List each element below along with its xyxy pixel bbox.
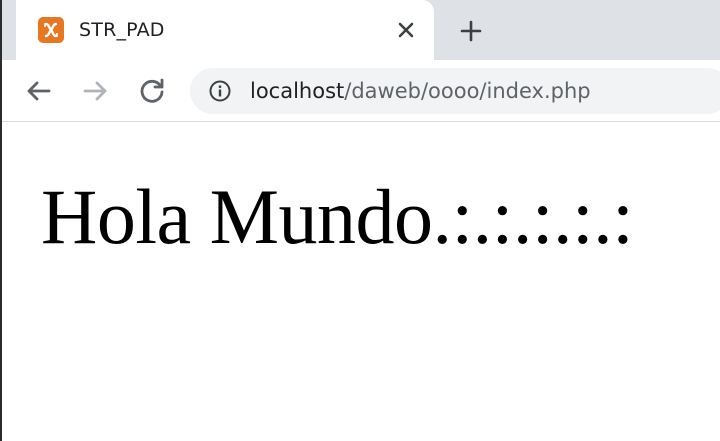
url-path: /daweb/oooo/index.php (344, 79, 591, 103)
active-tab[interactable]: STR_PAD (16, 0, 434, 60)
arrow-left-icon[interactable] (23, 75, 55, 107)
address-bar[interactable]: localhost/daweb/oooo/index.php (190, 68, 720, 114)
info-icon[interactable] (208, 79, 232, 103)
plus-icon[interactable] (456, 16, 486, 46)
browser-window: STR_PAD localhost/daweb/oooo/index.php H… (0, 0, 720, 441)
browser-toolbar: localhost/daweb/oooo/index.php (2, 60, 720, 122)
url-host: localhost (250, 79, 345, 103)
arrow-right-icon[interactable] (79, 75, 111, 107)
page-content: Hola Mundo.:.:.:.:.: (2, 123, 720, 441)
page-heading-text: Hola Mundo.:.:.:.:.: (41, 173, 634, 260)
tab-title: STR_PAD (79, 19, 165, 41)
tab-strip: STR_PAD (2, 0, 720, 60)
xampp-icon (38, 17, 64, 43)
close-icon[interactable] (392, 16, 420, 44)
reload-icon[interactable] (136, 75, 168, 107)
url-text[interactable]: localhost/daweb/oooo/index.php (250, 77, 591, 105)
